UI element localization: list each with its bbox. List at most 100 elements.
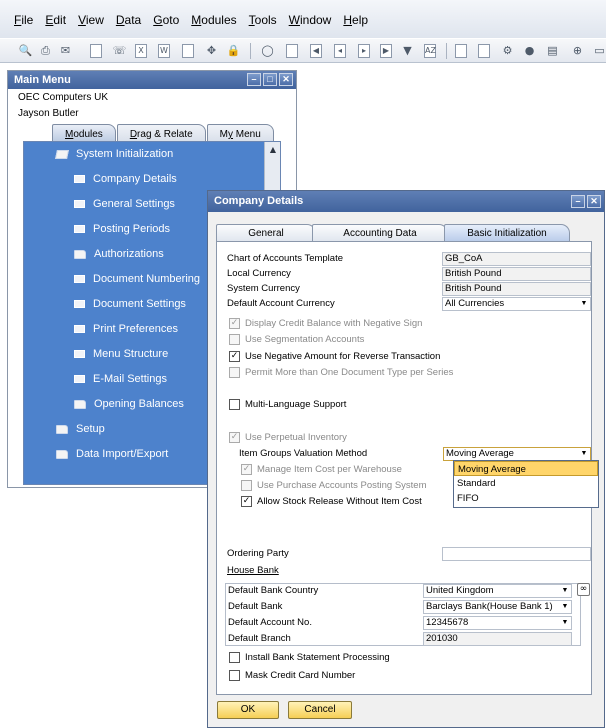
gross-profit-icon[interactable]: ● (522, 43, 537, 59)
use-negative-amount-checkbox[interactable]: ✓ (229, 351, 240, 362)
menu-item-company-details[interactable]: Company Details (74, 170, 177, 188)
volume-weight-icon[interactable]: ⊕ (570, 43, 585, 59)
toolbar-separator (250, 43, 251, 59)
launch-app-icon[interactable] (182, 44, 194, 58)
print-icon[interactable]: ⎙ (38, 43, 53, 59)
menu-item-label: Company Details (93, 173, 177, 185)
folder-icon (56, 449, 68, 459)
house-bank-link[interactable]: House Bank (227, 565, 279, 576)
filter-icon[interactable]: ▼ (400, 43, 415, 59)
company-details-titlebar[interactable]: Company Details – ✕ (208, 191, 604, 212)
menu-help[interactable]: Help (343, 13, 368, 27)
permit-more-doc-types-checkbox[interactable] (229, 367, 240, 378)
menu-tools[interactable]: Tools (249, 13, 277, 27)
menu-item-posting-periods[interactable]: Posting Periods (74, 220, 170, 238)
first-record-icon[interactable]: ◀ (310, 44, 322, 58)
tab-general[interactable]: General (216, 224, 316, 242)
pdf-icon[interactable] (90, 44, 102, 58)
sort-icon[interactable]: AZ (424, 44, 436, 58)
default-bank-country-select[interactable]: United Kingdom ▼ (423, 584, 572, 598)
menu-item-document-numbering[interactable]: Document Numbering (74, 270, 200, 288)
default-bank-select[interactable]: Barclays Bank(House Bank 1) ▼ (423, 600, 572, 614)
use-perpetual-inventory-checkbox[interactable]: ✓ (229, 432, 240, 443)
document-icon (74, 175, 85, 184)
mask-credit-card-label: Mask Credit Card Number (245, 670, 356, 681)
tab-accelerator: M (65, 129, 74, 140)
manage-item-cost-checkbox[interactable]: ✓ (241, 464, 252, 475)
menu-item-label: Menu Structure (93, 348, 169, 360)
install-bank-statement-label: Install Bank Statement Processing (245, 652, 390, 663)
menu-modules[interactable]: Modules (191, 13, 236, 27)
install-bank-statement-checkbox[interactable] (229, 652, 240, 663)
chevron-down-icon[interactable]: ▼ (579, 298, 589, 310)
menu-item-system-initialization[interactable]: System Initialization (55, 145, 174, 163)
previous-record-icon[interactable]: ◂ (334, 44, 346, 58)
menu-window[interactable]: Window (289, 13, 332, 27)
valuation-option[interactable]: Standard (454, 476, 598, 491)
target-document-icon[interactable] (478, 44, 490, 58)
link-icon[interactable]: ∞ (577, 583, 590, 596)
cursor-icon[interactable]: ✥ (204, 43, 219, 59)
item-groups-valuation-select[interactable]: Moving Average ▼ (443, 447, 591, 461)
menu-accelerator: W (288, 13, 300, 27)
main-menu-titlebar[interactable]: Main Menu – □ ✕ (8, 71, 296, 89)
menu-item-opening-balances[interactable]: Opening Balances (74, 395, 184, 413)
base-document-icon[interactable] (455, 44, 467, 58)
menu-item-setup[interactable]: Setup (56, 420, 105, 438)
last-record-icon[interactable]: ▶ (380, 44, 392, 58)
add-icon[interactable] (286, 44, 298, 58)
close-icon[interactable]: ✕ (279, 73, 293, 86)
minimize-icon[interactable]: – (571, 195, 585, 208)
menu-item-print-preferences[interactable]: Print Preferences (74, 320, 178, 338)
menu-item-e-mail-settings[interactable]: E-Mail Settings (74, 370, 167, 388)
lock-icon[interactable]: 🔒 (226, 43, 241, 59)
multi-language-checkbox[interactable] (229, 399, 240, 410)
menu-item-data-import-export[interactable]: Data Import/Export (56, 445, 168, 463)
scroll-up-arrow-icon[interactable]: ▲ (265, 142, 281, 158)
mask-credit-card-checkbox[interactable] (229, 670, 240, 681)
menu-item-general-settings[interactable]: General Settings (74, 195, 175, 213)
menu-file[interactable]: File (14, 13, 33, 27)
fax-icon[interactable]: ☏ (112, 43, 127, 59)
allow-stock-release-checkbox[interactable]: ✓ (241, 496, 252, 507)
more-icon[interactable]: ▭ (592, 43, 606, 59)
toolbar-separator (446, 43, 447, 59)
menu-goto[interactable]: Goto (153, 13, 179, 27)
close-icon[interactable]: ✕ (587, 195, 601, 208)
excel-icon[interactable]: X (135, 44, 147, 58)
settings-icon[interactable]: ⚙ (500, 43, 515, 59)
tab-accounting-data[interactable]: Accounting Data (312, 224, 448, 242)
display-credit-balance-checkbox[interactable]: ✓ (229, 318, 240, 329)
payment-means-icon[interactable]: ▤ (545, 43, 560, 59)
menu-item-label: System Initialization (76, 148, 174, 160)
menu-view[interactable]: View (78, 13, 104, 27)
chevron-down-icon[interactable]: ▼ (560, 585, 570, 597)
menu-edit[interactable]: Edit (45, 13, 66, 27)
ordering-party-field[interactable] (442, 547, 591, 561)
chevron-down-icon[interactable]: ▼ (579, 448, 589, 460)
tab-basic-initialization[interactable]: Basic Initialization (444, 224, 570, 242)
default-account-no-select[interactable]: 12345678 ▼ (423, 616, 572, 630)
valuation-option[interactable]: FIFO (454, 491, 598, 506)
menu-item-menu-structure[interactable]: Menu Structure (74, 345, 168, 363)
chevron-down-icon[interactable]: ▼ (560, 617, 570, 629)
word-icon[interactable]: W (158, 44, 170, 58)
menu-accelerator: G (153, 13, 163, 27)
use-segmentation-checkbox[interactable] (229, 334, 240, 345)
use-purchase-accounts-checkbox[interactable] (241, 480, 252, 491)
menu-item-authorizations[interactable]: Authorizations (74, 245, 164, 263)
email-icon[interactable]: ✉ (58, 43, 73, 59)
next-record-icon[interactable]: ▸ (358, 44, 370, 58)
menu-item-label: Document Settings (93, 298, 186, 310)
valuation-option[interactable]: Moving Average (454, 461, 598, 476)
menu-item-document-settings[interactable]: Document Settings (74, 295, 186, 313)
default-account-currency-select[interactable]: All Currencies ▼ (442, 297, 591, 311)
maximize-icon[interactable]: □ (263, 73, 277, 86)
cancel-button[interactable]: Cancel (288, 701, 352, 719)
minimize-icon[interactable]: – (247, 73, 261, 86)
menu-data[interactable]: Data (116, 13, 141, 27)
find-icon[interactable]: ◯ (260, 43, 275, 59)
chevron-down-icon[interactable]: ▼ (560, 601, 570, 613)
print-preview-icon[interactable]: 🔍 (18, 43, 33, 59)
ok-button[interactable]: OK (217, 701, 279, 719)
